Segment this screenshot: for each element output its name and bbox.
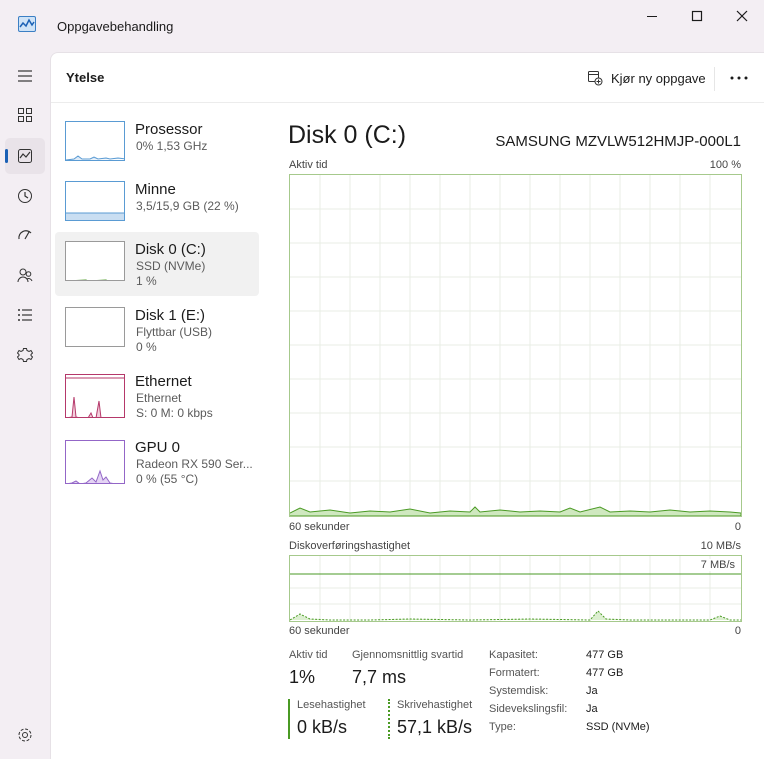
memory-name: Minne [135, 181, 176, 198]
stat-response-time-value: 7,7 ms [352, 667, 407, 687]
gpu-model: Radeon RX 590 Ser... [136, 457, 253, 471]
active-time-max: 100 % [709, 159, 741, 171]
ethernet-throughput: S: 0 M: 0 kbps [136, 406, 213, 420]
info-system-disk-value: Ja [586, 685, 598, 697]
info-capacity-value: 477 GB [586, 649, 624, 661]
close-button[interactable] [722, 6, 762, 26]
stat-write-speed-label: Skrivehastighet [397, 699, 473, 711]
run-new-task-label: Kjør ny oppgave [611, 70, 706, 86]
info-type-value: SSD (NVMe) [586, 721, 650, 733]
close-icon [736, 10, 748, 22]
stat-active-time-value: 1% [289, 667, 316, 687]
processor-detail: 0% 1,53 GHz [136, 139, 208, 153]
info-capacity-label: Kapasitet: [489, 649, 538, 661]
active-time-graph [289, 174, 742, 517]
nav-app-history[interactable] [5, 178, 45, 214]
ethernet-name: Ethernet [135, 373, 192, 390]
perf-item-ethernet[interactable]: Ethernet Ethernet S: 0 M: 0 kbps [55, 364, 259, 428]
header-bar: Ytelse Kjør ny oppgave [51, 53, 764, 103]
users-icon [17, 268, 33, 283]
transfer-rate-min: 0 [734, 625, 741, 637]
settings-button[interactable] [5, 717, 45, 753]
read-speed-indicator [288, 699, 290, 739]
perf-item-processor[interactable]: Prosessor 0% 1,53 GHz [55, 112, 259, 176]
gpu-name: GPU 0 [135, 439, 181, 456]
settings-icon [18, 728, 32, 742]
memory-thumbnail-graph [65, 181, 125, 221]
ethernet-thumbnail-graph [65, 374, 125, 418]
info-formatted-value: 477 GB [586, 667, 624, 679]
stat-write-speed-value: 57,1 kB/s [397, 717, 473, 737]
ethernet-adapter: Ethernet [136, 391, 182, 405]
more-options-icon [730, 76, 748, 80]
nav-services[interactable] [5, 337, 45, 373]
services-icon [17, 348, 33, 362]
maximize-icon [691, 10, 703, 22]
page-title: Ytelse [66, 70, 105, 85]
active-time-duration: 60 sekunder [289, 521, 350, 533]
perf-item-memory[interactable]: Minne 3,5/15,9 GB (22 %) [55, 172, 259, 236]
hamburger-menu-icon [18, 70, 32, 82]
nav-processes[interactable] [5, 97, 45, 133]
info-formatted-label: Formatert: [489, 667, 540, 679]
active-time-min: 0 [734, 521, 741, 533]
perf-item-gpu-0[interactable]: GPU 0 Radeon RX 590 Ser... 0 % (55 °C) [55, 430, 259, 494]
minimize-button[interactable] [632, 6, 672, 26]
info-system-disk-label: Systemdisk: [489, 685, 549, 697]
run-new-task-button[interactable]: Kjør ny oppgave [581, 65, 712, 91]
perf-item-disk-0[interactable]: Disk 0 (C:) SSD (NVMe) 1 % [55, 232, 259, 296]
nav-startup-apps[interactable] [5, 217, 45, 253]
stat-read-speed-label: Lesehastighet [297, 699, 366, 711]
processor-name: Prosessor [135, 121, 203, 138]
more-options-button[interactable] [723, 65, 755, 91]
stat-active-time-label: Aktiv tid [289, 649, 328, 661]
nav-performance[interactable] [5, 138, 45, 174]
disk-model: SAMSUNG MZVLW512HMJP-000L1 [495, 133, 741, 150]
navigation-rail [0, 52, 50, 759]
new-task-icon [588, 71, 603, 86]
transfer-rate-graph: 7 MB/s [289, 555, 742, 622]
transfer-rate-duration: 60 sekunder [289, 625, 350, 637]
perf-item-disk-1[interactable]: Disk 1 (E:) Flyttbar (USB) 0 % [55, 298, 259, 362]
memory-detail: 3,5/15,9 GB (22 %) [136, 199, 239, 213]
disk-title: Disk 0 (C:) [288, 121, 407, 149]
stat-response-time-label: Gjennomsnittlig svartid [352, 649, 464, 661]
stat-read-speed-value: 0 kB/s [297, 717, 348, 737]
info-type-label: Type: [489, 721, 516, 733]
gpu-thumbnail-graph [65, 440, 125, 484]
disk0-thumbnail-graph [65, 241, 125, 281]
minimize-icon [647, 16, 657, 17]
gpu-usage: 0 % (55 °C) [136, 472, 199, 486]
nav-users[interactable] [5, 257, 45, 293]
processor-thumbnail-graph [65, 121, 125, 161]
transfer-rate-max: 10 MB/s [700, 540, 741, 552]
title-bar: Oppgavebehandling [0, 0, 764, 52]
transfer-rate-scale-line: 7 MB/s [698, 559, 737, 571]
performance-icon [18, 149, 32, 163]
disk1-usage: 0 % [136, 340, 157, 354]
nav-details[interactable] [5, 297, 45, 333]
header-divider [714, 67, 715, 91]
write-speed-indicator [388, 699, 390, 739]
app-history-icon [18, 189, 32, 203]
task-manager-app-icon [18, 16, 36, 32]
transfer-rate-label: Diskoverføringshastighet [289, 540, 411, 552]
startup-apps-icon [18, 230, 32, 240]
info-page-file-label: Sidevekslingsfil: [489, 703, 568, 715]
active-time-label: Aktiv tid [289, 159, 328, 171]
maximize-button[interactable] [677, 6, 717, 26]
disk1-thumbnail-graph [65, 307, 125, 347]
disk0-name: Disk 0 (C:) [135, 241, 206, 258]
disk1-name: Disk 1 (E:) [135, 307, 206, 324]
disk0-usage: 1 % [136, 274, 157, 288]
window-title: Oppgavebehandling [57, 19, 174, 34]
hamburger-menu-button[interactable] [5, 58, 45, 94]
content-area: Ytelse Kjør ny oppgave Prosessor 0% 1,53… [50, 52, 764, 759]
info-page-file-value: Ja [586, 703, 598, 715]
details-icon [18, 309, 32, 321]
disk0-type: SSD (NVMe) [136, 259, 206, 273]
disk1-type: Flyttbar (USB) [136, 325, 213, 339]
processes-icon [18, 108, 32, 122]
